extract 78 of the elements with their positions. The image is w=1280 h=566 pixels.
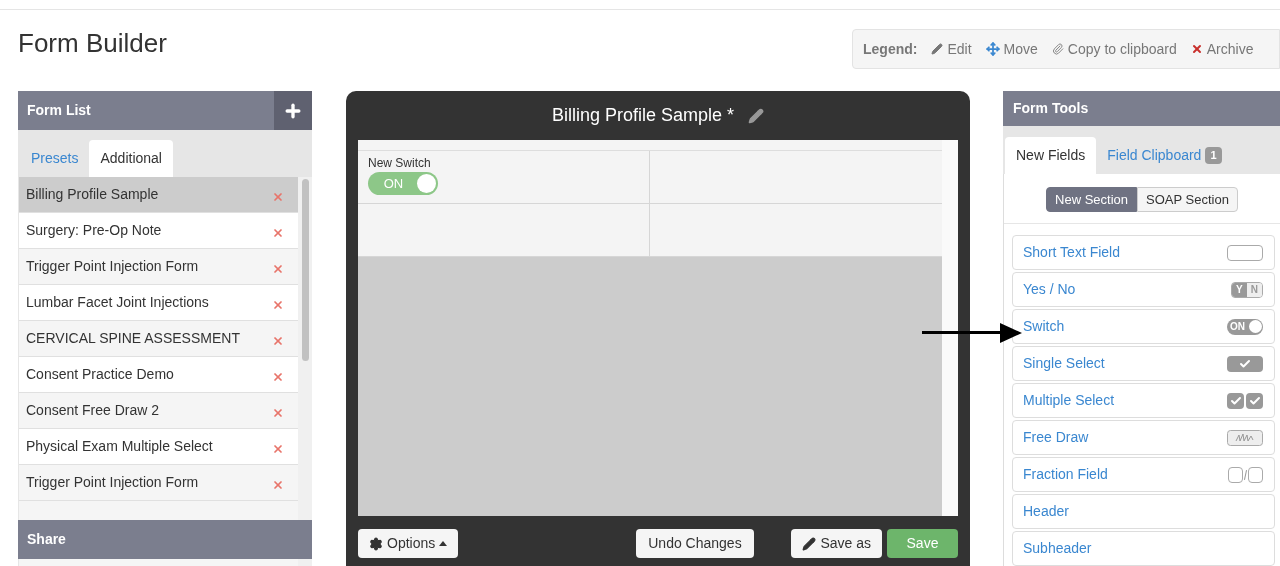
panel-title: Form Tools — [1013, 99, 1089, 118]
delete-icon[interactable] — [272, 478, 284, 491]
delete-icon[interactable] — [272, 406, 284, 419]
tab[interactable]: New Fields — [1005, 137, 1097, 174]
field-type-label: Fraction Field — [1023, 465, 1109, 484]
scrollbar[interactable] — [301, 179, 309, 361]
tab[interactable]: Additional — [89, 140, 173, 177]
field-label: New Switch — [368, 156, 432, 170]
form-name: Consent Free Draw 2 — [26, 401, 161, 420]
field-type-item[interactable]: Short Text Field — [1012, 235, 1275, 270]
close-icon — [1190, 43, 1203, 55]
switch-icon: ON — [1227, 318, 1263, 335]
scribble-icon — [1227, 429, 1263, 446]
pencil-icon — [931, 43, 944, 55]
field-type-item[interactable]: Subheader — [1012, 531, 1275, 566]
field-type-item[interactable]: Yes / No Y N — [1012, 272, 1275, 307]
count-badge: 1 — [1205, 147, 1222, 164]
form-name: Lumbar Facet Joint Injections — [26, 293, 210, 312]
field-type-label: Multiple Select — [1023, 391, 1116, 410]
add-button[interactable] — [274, 91, 312, 130]
move-icon — [985, 42, 1000, 56]
page-title: Form Builder — [18, 27, 167, 59]
legend-label: Legend: — [863, 39, 918, 59]
form-list-item[interactable]: Consent Practice Demo — [19, 357, 298, 393]
field-type-label: Header — [1023, 502, 1070, 521]
delete-icon[interactable] — [272, 442, 284, 455]
gear-icon — [369, 536, 383, 551]
form-list-item[interactable]: Surgery: Pre-Op Note — [19, 213, 298, 249]
checkbox-icon — [1227, 355, 1263, 372]
field-type-label: Single Select — [1023, 354, 1106, 373]
paperclip-icon — [1051, 43, 1064, 55]
legend-item: Edit — [947, 39, 972, 59]
form-name: Billing Profile Sample — [26, 185, 160, 204]
form-name: CERVICAL SPINE ASSESSMENT — [26, 329, 241, 348]
field-type-label: Free Draw — [1023, 428, 1090, 447]
panel-title: Form List — [26, 101, 92, 120]
delete-icon[interactable] — [272, 298, 284, 311]
options-button[interactable]: Options — [358, 529, 459, 558]
section-button[interactable]: New Section — [1046, 187, 1138, 212]
delete-icon[interactable] — [272, 226, 284, 239]
field-type-label: Short Text Field — [1023, 243, 1121, 262]
pencil-icon — [802, 536, 817, 551]
form-name: Consent Practice Demo — [26, 365, 175, 384]
text-field-icon — [1227, 244, 1263, 261]
form-name: Surgery: Pre-Op Note — [26, 221, 163, 240]
field-type-label: Yes / No — [1023, 280, 1077, 299]
form-name: Physical Exam Multiple Select — [26, 437, 214, 456]
legend-item: Archive — [1206, 39, 1254, 59]
form-list-item[interactable]: Physical Exam Multiple Select — [19, 429, 298, 465]
field-type-item[interactable]: Header — [1012, 494, 1275, 529]
form-name: Trigger Point Injection Form — [26, 257, 200, 276]
panel-title: Share — [27, 530, 66, 549]
field-type-item[interactable]: Multiple Select — [1012, 383, 1275, 418]
field-type-item[interactable]: Free Draw — [1012, 420, 1275, 455]
delete-icon[interactable] — [272, 370, 284, 383]
delete-icon[interactable] — [272, 262, 284, 275]
pencil-icon[interactable] — [748, 107, 765, 124]
form-name: Trigger Point Injection Form — [26, 473, 200, 492]
arrow-icon — [922, 323, 1022, 343]
section-button[interactable]: SOAP Section — [1137, 187, 1238, 212]
field-type-label: Subheader — [1023, 539, 1093, 558]
field-type-item[interactable]: Single Select — [1012, 346, 1275, 381]
delete-icon[interactable] — [272, 334, 284, 347]
form-list-item[interactable]: Lumbar Facet Joint Injections — [19, 285, 298, 321]
undo-button[interactable]: Undo Changes — [636, 529, 754, 558]
form-title: Billing Profile Sample * — [551, 104, 735, 127]
delete-icon[interactable] — [272, 190, 284, 203]
form-list-item[interactable]: Billing Profile Sample — [19, 177, 298, 213]
legend-item: Copy to clipboard — [1067, 39, 1177, 59]
yes-no-icon: Y N — [1231, 281, 1263, 298]
save-as-button[interactable]: Save as — [791, 529, 882, 558]
field-type-label: Switch — [1023, 317, 1066, 336]
legend-item: Move — [1003, 39, 1038, 59]
field-type-item[interactable]: Fraction Field — [1012, 457, 1275, 492]
caret-icon — [439, 541, 448, 546]
field-type-item[interactable]: Switch ON — [1012, 309, 1275, 344]
fraction-icon — [1228, 466, 1263, 483]
checkboxes-icon — [1227, 392, 1263, 409]
